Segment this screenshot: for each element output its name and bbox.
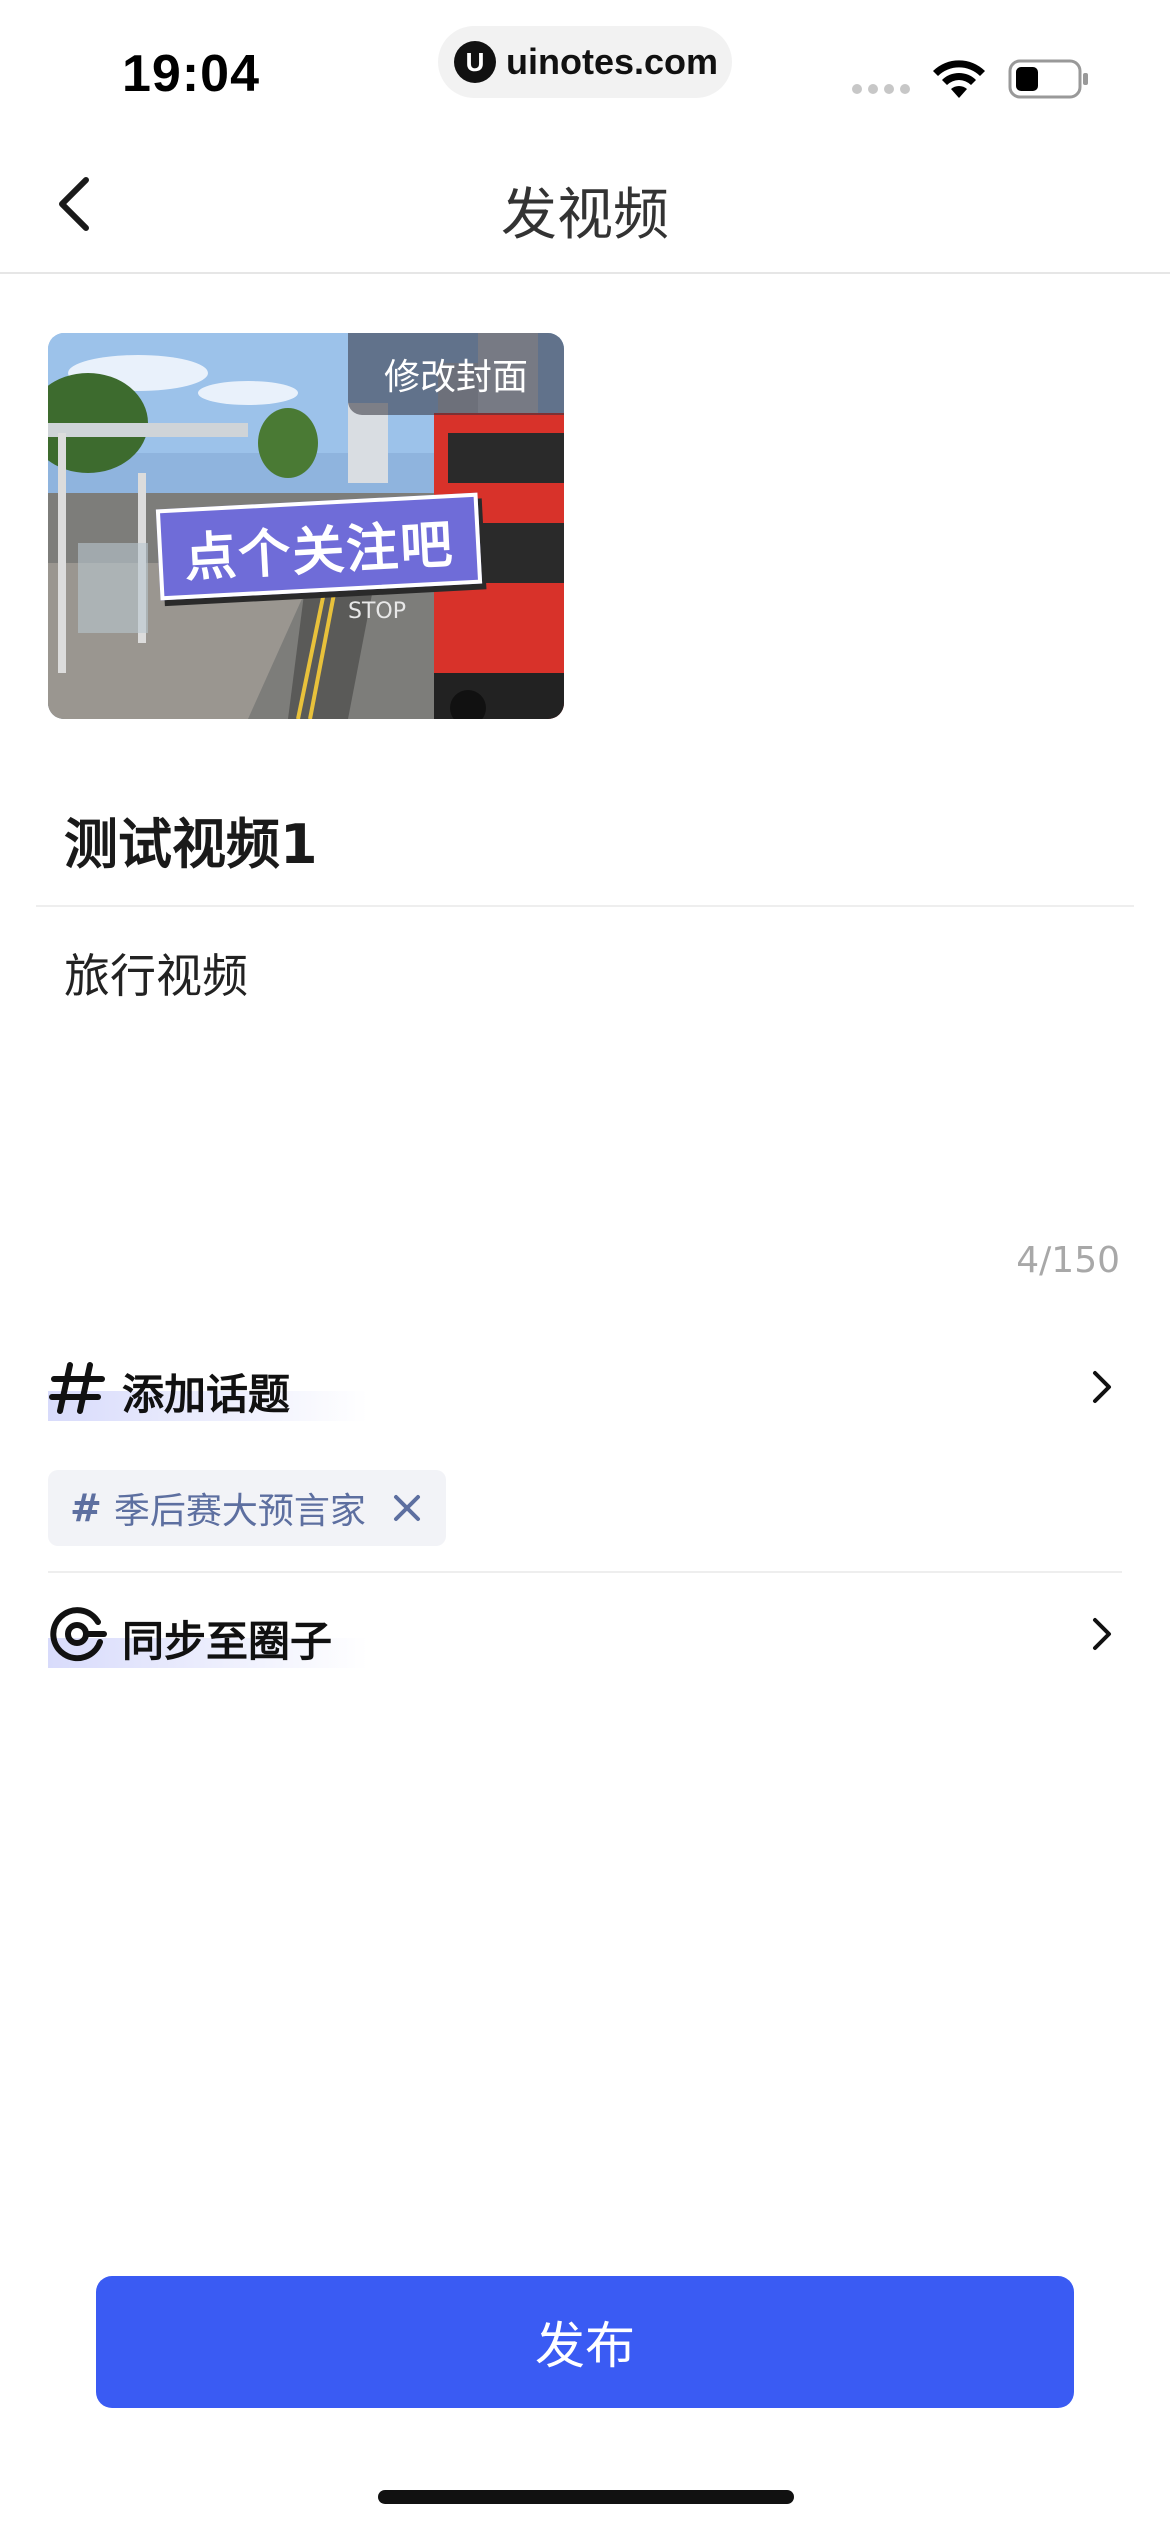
wifi-icon <box>933 60 985 98</box>
publish-button[interactable]: 发布 <box>96 2276 1074 2408</box>
description-input[interactable]: 旅行视频 <box>64 940 248 1006</box>
tag-hash-icon: # <box>70 1486 102 1530</box>
url-text: uinotes.com <box>506 41 719 82</box>
edit-cover-button[interactable]: 修改封面 <box>348 333 564 415</box>
title-input[interactable]: 测试视频1 <box>64 800 318 879</box>
battery-icon <box>1008 59 1088 99</box>
url-pill[interactable]: U uinotes.com <box>438 26 732 98</box>
close-icon <box>393 1495 420 1521</box>
svg-text:STOP: STOP <box>348 599 406 624</box>
chevron-right-icon <box>1093 1618 1111 1650</box>
home-indicator[interactable] <box>378 2490 794 2504</box>
chevron-right-icon <box>1093 1371 1111 1403</box>
add-topic-row[interactable]: 添加话题 <box>48 1345 1122 1435</box>
status-bar: 19:04 U uinotes.com <box>0 0 1170 130</box>
topic-tag[interactable]: # 季后赛大预言家 <box>48 1470 446 1546</box>
page-title: 发视频 <box>501 183 669 248</box>
hash-icon <box>49 1362 105 1414</box>
char-counter: 4/150 <box>1016 1240 1120 1281</box>
status-time: 19:04 <box>122 45 260 103</box>
remove-topic-button[interactable] <box>390 1491 424 1525</box>
video-cover[interactable]: BUS STOP 点个关注吧 修改封面 <box>48 333 564 719</box>
topic-tag-label: 季后赛大预言家 <box>113 1491 366 1532</box>
cover-sticker: 点个关注吧 <box>155 492 483 601</box>
add-topic-label: 添加话题 <box>122 1370 291 1419</box>
sync-circle-row[interactable]: 同步至圈子 <box>48 1592 1122 1682</box>
divider <box>48 1571 1122 1573</box>
site-logo-icon: U <box>454 41 496 83</box>
nav-bar: 发视频 <box>0 130 1170 274</box>
sync-circle-label: 同步至圈子 <box>122 1617 333 1666</box>
cellular-signal-icon <box>852 84 910 94</box>
divider <box>36 905 1134 907</box>
circle-sync-icon <box>50 1607 107 1662</box>
